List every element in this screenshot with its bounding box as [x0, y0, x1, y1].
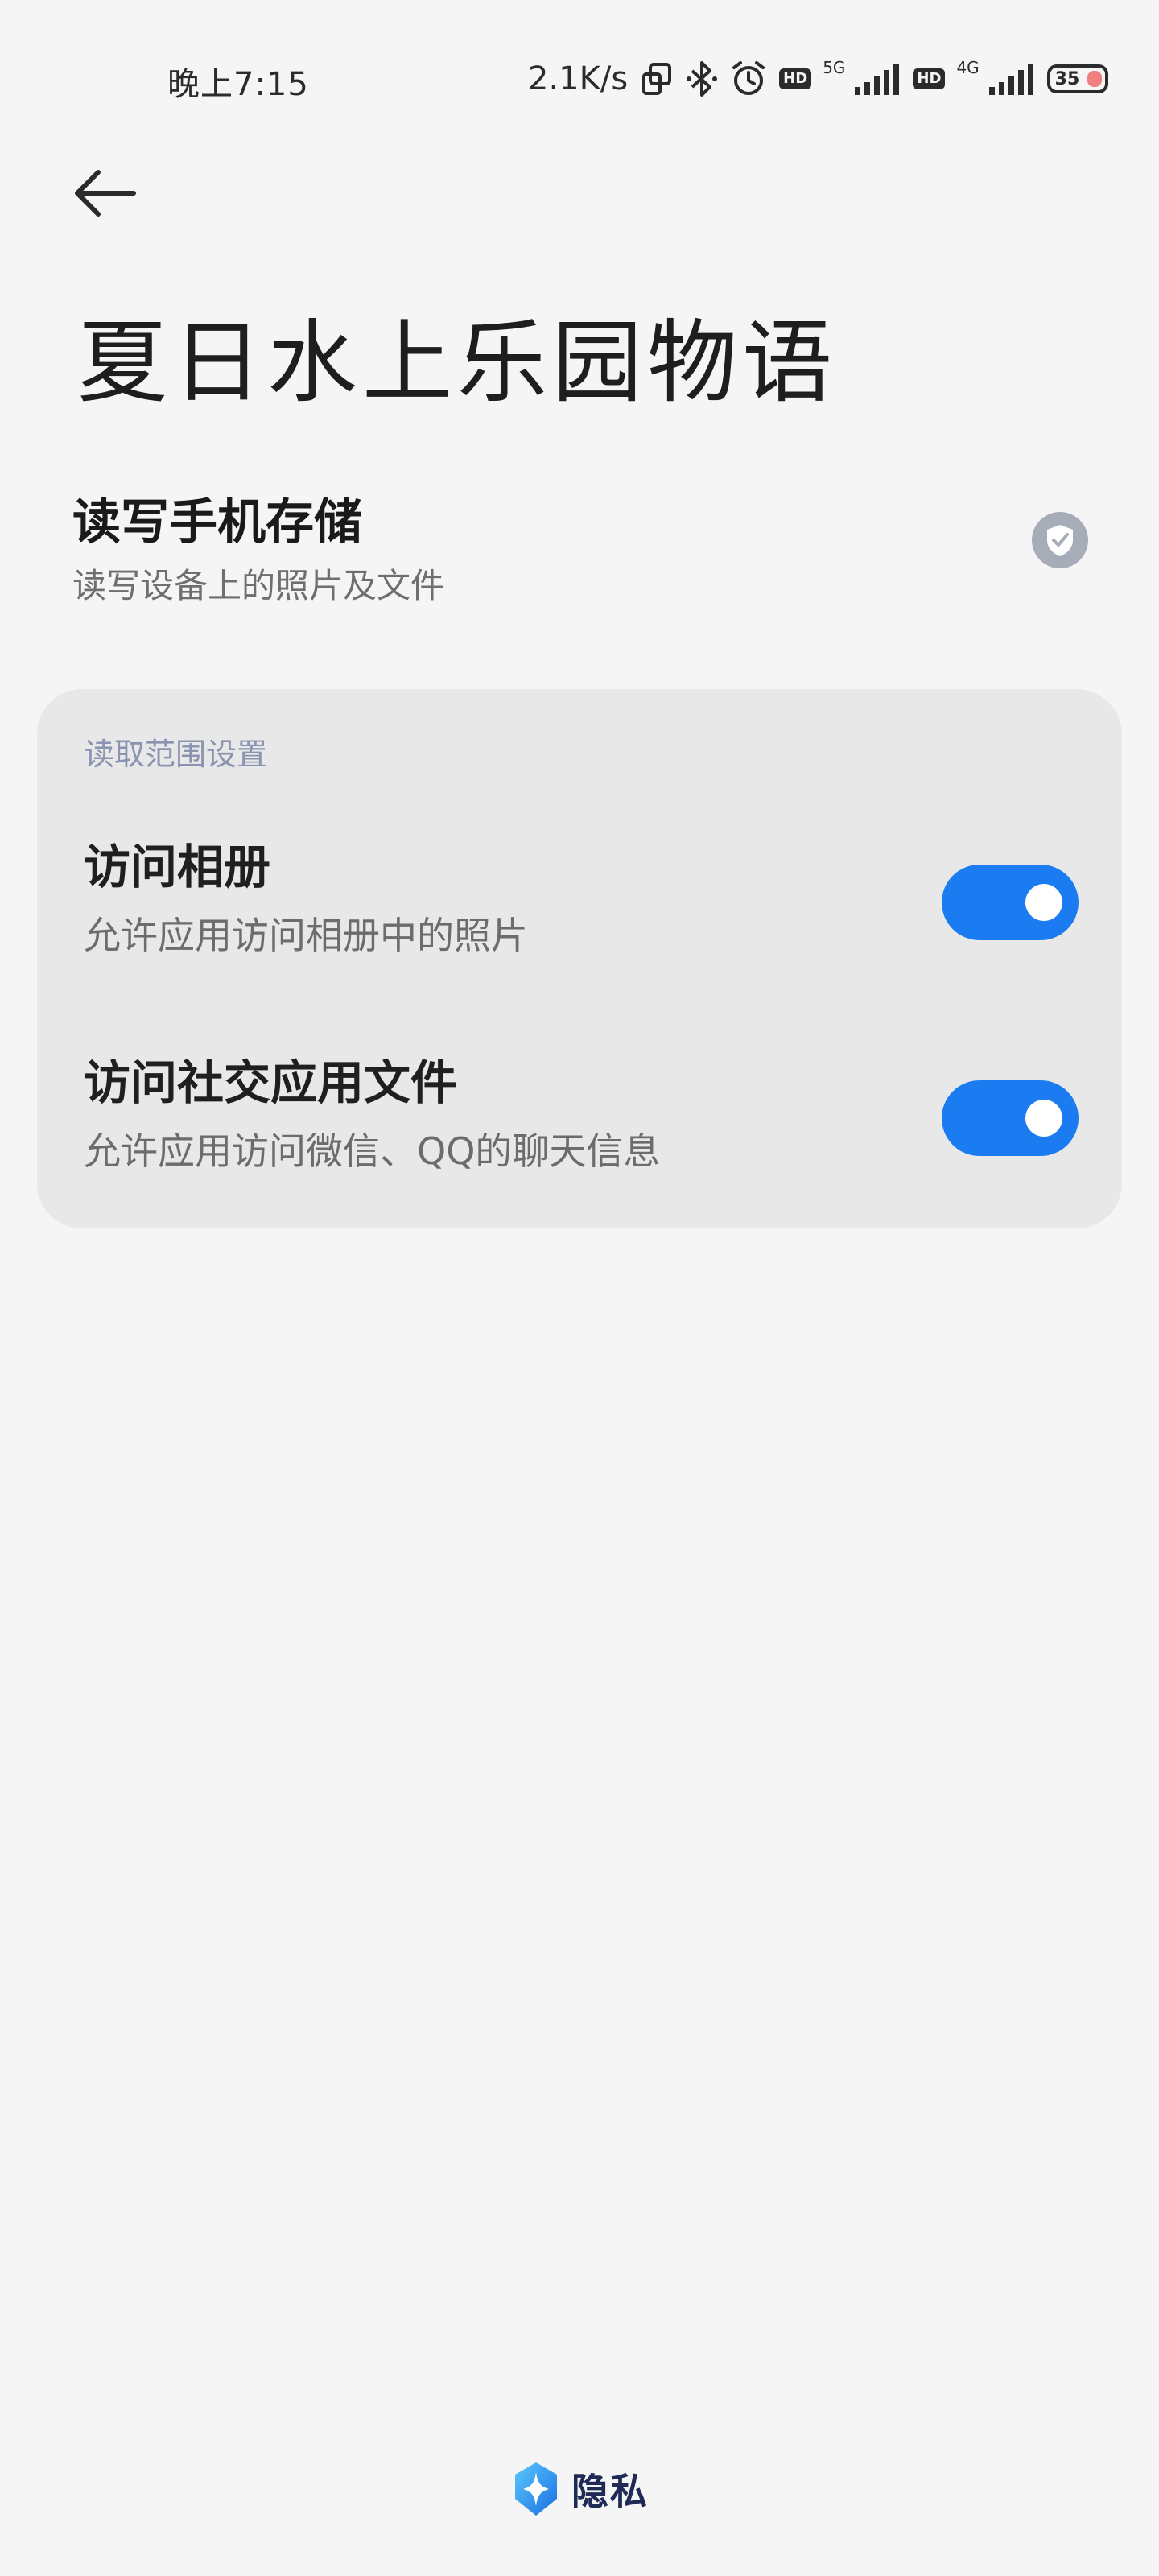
signal-strength-icon-2: [988, 63, 1036, 95]
battery-icon: 35: [1046, 64, 1108, 93]
network-type-label: 5G: [823, 58, 846, 77]
permission-storage-row[interactable]: 读写手机存储 读写设备上的照片及文件: [72, 483, 1088, 612]
setting-subtitle: 允许应用访问微信、QQ的聊天信息: [84, 1129, 661, 1173]
signal-strength-icon: [853, 63, 901, 95]
permission-title: 读写手机存储: [72, 494, 362, 551]
status-icons: 2.1K/s HD 5G HD 4G 35: [528, 56, 1108, 101]
screen-share-icon: [639, 61, 674, 97]
battery-level: 35: [1054, 68, 1080, 89]
toggle-knob: [1025, 884, 1062, 921]
social-files-access-toggle[interactable]: [942, 1080, 1079, 1156]
setting-row-social-files[interactable]: 访问社交应用文件 允许应用访问微信、QQ的聊天信息: [84, 1045, 1079, 1174]
hd-voice-badge: HD: [779, 68, 812, 89]
page-title: 夏日水上乐园物语: [77, 311, 837, 415]
setting-title: 访问相册: [84, 840, 271, 894]
net-speed: 2.1K/s: [528, 60, 629, 97]
battery-fill: [1087, 71, 1102, 87]
back-button[interactable]: [72, 161, 150, 225]
shield-check-icon: [1032, 512, 1088, 568]
setting-subtitle: 允许应用访问相册中的照片: [84, 914, 528, 957]
arrow-left-icon: [75, 170, 136, 217]
setting-row-album[interactable]: 访问相册 允许应用访问相册中的照片: [84, 829, 1079, 958]
album-access-toggle[interactable]: [942, 865, 1079, 940]
alarm-clock-icon: [729, 60, 768, 98]
brand-label: 隐私: [571, 2470, 649, 2513]
toggle-knob: [1025, 1100, 1062, 1137]
card-header: 读取范围设置: [84, 737, 268, 772]
network-type-label-2: 4G: [956, 58, 980, 77]
status-time: 晚上7:15: [167, 66, 309, 103]
hd-voice-badge-2: HD: [913, 68, 946, 89]
permission-subtitle: 读写设备上的照片及文件: [72, 566, 445, 605]
permission-settings-page: 晚上7:15 2.1K/s HD 5G HD 4G 35 夏日水上乐园物语 读写…: [0, 0, 1159, 2576]
read-scope-card: 读取范围设置 访问相册 允许应用访问相册中的照片 访问社交应用文件 允许应用访问…: [37, 689, 1122, 1228]
bluetooth-icon: [686, 60, 718, 98]
footer-brand: 隐私: [512, 2460, 649, 2518]
setting-title: 访问社交应用文件: [84, 1055, 458, 1110]
status-bar: 晚上7:15 2.1K/s HD 5G HD 4G 35: [0, 48, 1159, 106]
privacy-shield-icon: [515, 2462, 557, 2516]
